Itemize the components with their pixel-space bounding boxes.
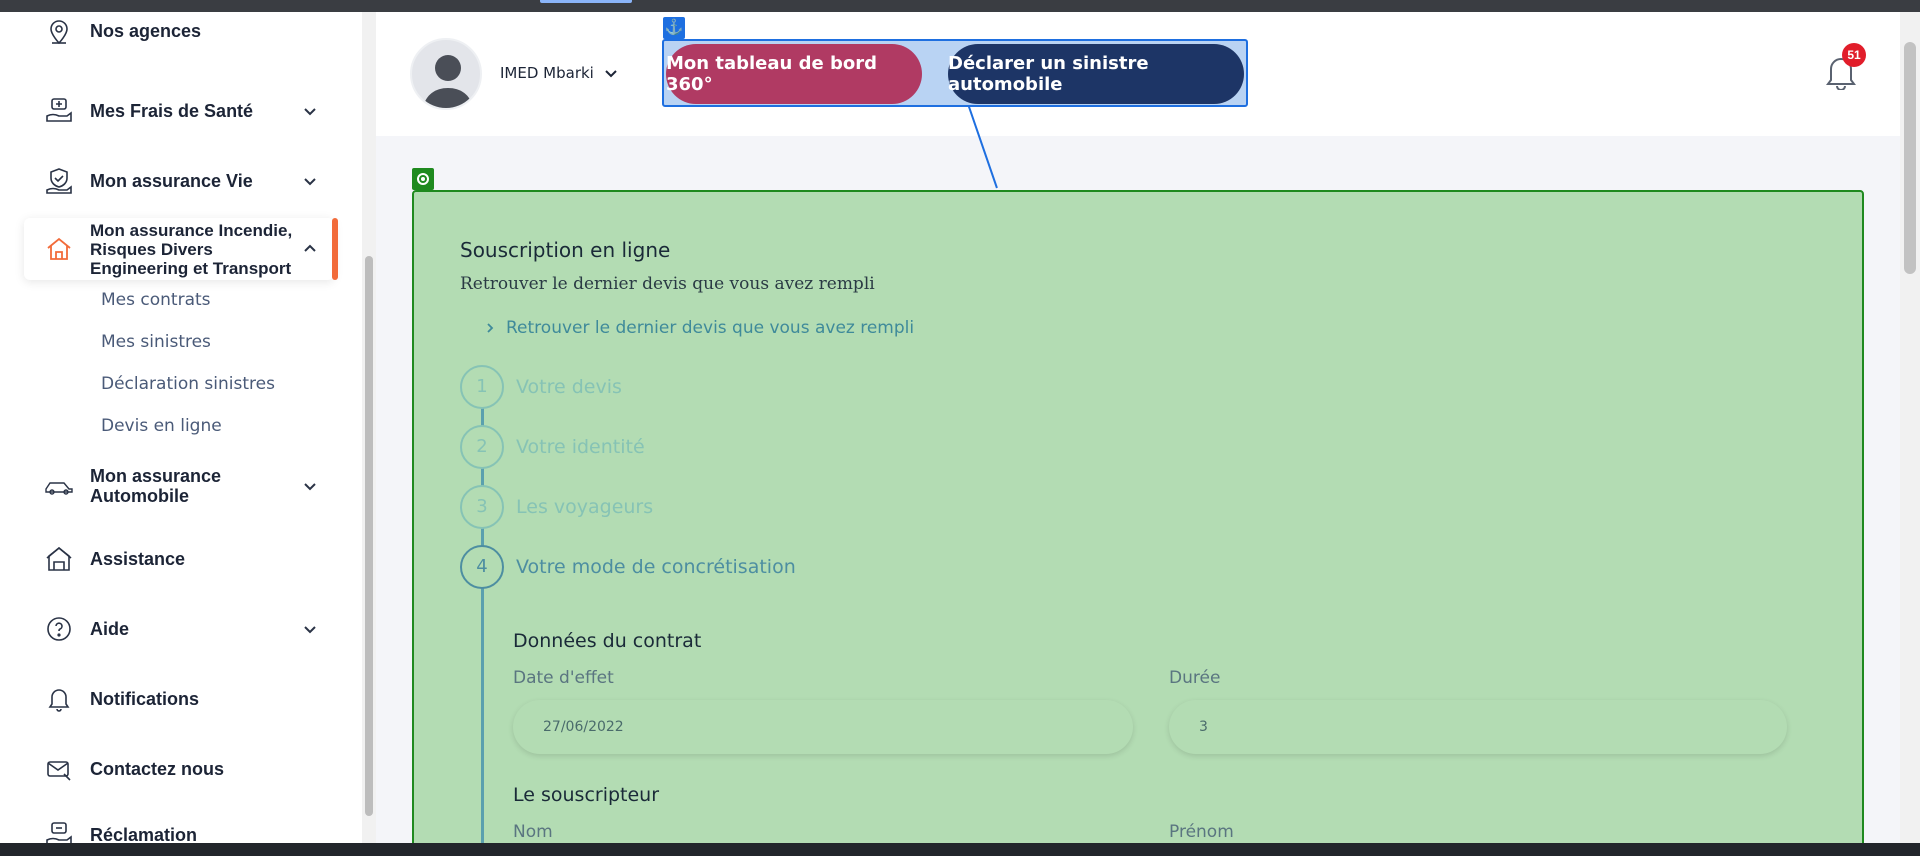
sidebar-item-contact[interactable]: Contactez nous <box>24 752 334 786</box>
sidebar-item-reclamation[interactable]: Réclamation <box>24 818 334 843</box>
step-1-circle[interactable]: 1 <box>460 365 504 409</box>
step-4-circle[interactable]: 4 <box>460 545 504 589</box>
location-pin-icon <box>44 16 74 46</box>
declare-claim-button[interactable]: Déclarer un sinistre automobile <box>948 44 1244 104</box>
user-name[interactable]: IMED Mbarki <box>500 64 594 82</box>
sidebar-item-assistance[interactable]: Assistance <box>24 542 334 576</box>
sidebar-item-label: Nos agences <box>90 21 202 41</box>
anchor-icon: ⚓ <box>663 17 685 39</box>
bell-icon <box>44 684 74 714</box>
submenu-mes-contrats[interactable]: Mes contrats <box>101 290 211 310</box>
chevron-up-icon <box>304 244 316 252</box>
chevron-down-icon <box>304 108 316 116</box>
stepper-line <box>481 405 484 856</box>
chevron-down-icon <box>304 626 316 634</box>
sidebar-item-automobile[interactable]: Mon assurance Automobile <box>24 466 334 506</box>
notifications-count-badge: 51 <box>1842 43 1866 67</box>
avatar[interactable] <box>410 38 482 110</box>
sidebar-item-label: Mon assurance Automobile <box>90 466 222 506</box>
sidebar-item-label: Assistance <box>90 549 186 569</box>
date-effet-label: Date d'effet <box>513 668 614 688</box>
contract-section-title: Données du contrat <box>513 630 702 652</box>
sidebar-item-aide[interactable]: Aide <box>24 612 334 646</box>
health-fees-icon <box>44 96 74 126</box>
page-scrollbar-thumb[interactable] <box>1904 42 1916 274</box>
chevron-down-icon <box>304 178 316 186</box>
sidebar-item-incendie[interactable]: Mon assurance Incendie, Risques Divers E… <box>24 218 338 280</box>
sidebar-item-label: Notifications <box>90 689 200 709</box>
submenu-devis-en-ligne[interactable]: Devis en ligne <box>101 416 222 436</box>
home-icon <box>44 234 74 264</box>
nom-label: Nom <box>513 822 553 842</box>
prenom-label: Prénom <box>1169 822 1234 842</box>
date-effet-field[interactable]: 27/06/2022 <box>513 700 1133 754</box>
sidebar-item-label: Mon assurance Incendie, Risques Divers E… <box>90 220 293 278</box>
duree-label: Durée <box>1169 668 1221 688</box>
help-icon <box>44 614 74 644</box>
sidebar-item-notifications[interactable]: Notifications <box>24 682 334 716</box>
step-2-label[interactable]: Votre identité <box>516 436 645 458</box>
browser-top-strip <box>0 0 1920 12</box>
sidebar: Nos agences Mes Frais de Santé Mon assur… <box>0 12 362 843</box>
subscriber-section-title: Le souscripteur <box>513 784 660 806</box>
assistance-icon <box>44 544 74 574</box>
page-scrollbar[interactable] <box>1900 12 1920 843</box>
taskbar-strip <box>0 843 1920 856</box>
step-4-label[interactable]: Votre mode de concrétisation <box>516 556 796 578</box>
submenu-declaration-sinistres[interactable]: Déclaration sinistres <box>101 374 275 394</box>
page-subtitle: Retrouver le dernier devis que vous avez… <box>460 274 875 294</box>
sidebar-scrollbar[interactable] <box>362 12 376 843</box>
life-insurance-icon <box>44 166 74 196</box>
submenu-mes-sinistres[interactable]: Mes sinistres <box>101 332 211 352</box>
sidebar-item-frais-sante[interactable]: Mes Frais de Santé <box>24 94 334 128</box>
sidebar-item-label: Aide <box>90 619 130 639</box>
step-1-label[interactable]: Votre devis <box>516 376 622 398</box>
step-3-circle[interactable]: 3 <box>460 485 504 529</box>
sidebar-item-label: Mon assurance Vie <box>90 171 253 191</box>
complaint-icon <box>44 820 74 843</box>
duree-field[interactable]: 3 <box>1169 700 1787 754</box>
step-2-circle[interactable]: 2 <box>460 425 504 469</box>
target-icon <box>412 168 434 190</box>
sidebar-item-label: Réclamation <box>90 825 198 843</box>
chevron-down-icon[interactable] <box>604 66 618 80</box>
step-3-label[interactable]: Les voyageurs <box>516 496 653 518</box>
mail-icon <box>44 754 74 784</box>
sidebar-item-label: Mes Frais de Santé <box>90 101 254 121</box>
dashboard-360-button[interactable]: Mon tableau de bord 360° <box>666 44 922 104</box>
sidebar-scrollbar-thumb[interactable] <box>365 256 373 816</box>
sidebar-item-label: Contactez nous <box>90 759 225 779</box>
retrieve-quote-link[interactable]: Retrouver le dernier devis que vous avez… <box>486 318 914 338</box>
sidebar-item-assurance-vie[interactable]: Mon assurance Vie <box>24 164 334 198</box>
chevron-down-icon <box>304 483 316 491</box>
sidebar-item-agences[interactable]: Nos agences <box>24 16 334 46</box>
car-icon <box>44 471 74 501</box>
page-title: Souscription en ligne <box>460 238 671 262</box>
browser-tab-indicator <box>540 0 632 3</box>
